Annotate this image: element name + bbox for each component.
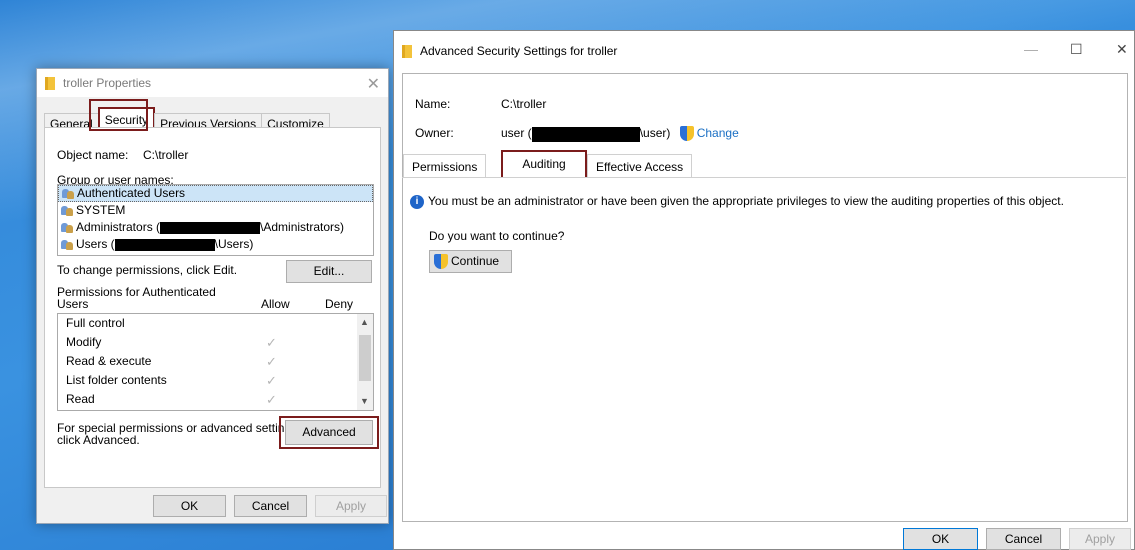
properties-dialog: troller Properties ✕ General Security Pr… bbox=[36, 68, 389, 524]
scrollbar-thumb[interactable] bbox=[359, 335, 371, 381]
owner-value: user ( \user) Change bbox=[501, 126, 739, 142]
permission-row: List folder contents ✓ bbox=[58, 371, 373, 390]
users-icon bbox=[61, 205, 73, 216]
close-icon[interactable]: ✕ bbox=[367, 74, 380, 94]
users-icon bbox=[61, 239, 73, 250]
permission-name: Full control bbox=[66, 316, 125, 330]
close-icon[interactable]: ✕ bbox=[1116, 41, 1128, 58]
user-name: Authenticated Users bbox=[77, 186, 186, 200]
list-item-system[interactable]: SYSTEM bbox=[58, 202, 373, 219]
info-message: i You must be an administrator or have be… bbox=[410, 194, 1064, 209]
user-name-suffix: \Users) bbox=[214, 237, 254, 251]
list-item-users[interactable]: Users ( \Users) bbox=[58, 236, 373, 253]
apply-button[interactable]: Apply bbox=[315, 495, 387, 517]
continue-question: Do you want to continue? bbox=[429, 229, 565, 243]
user-name: Administrators ( bbox=[76, 220, 161, 234]
cancel-button[interactable]: Cancel bbox=[234, 495, 307, 517]
redaction-bar bbox=[160, 221, 261, 234]
object-name-value: C:\troller bbox=[143, 148, 189, 162]
checkmark-icon: ✓ bbox=[266, 335, 277, 350]
user-name: Users ( bbox=[76, 237, 115, 251]
advanced-title: Advanced Security Settings for troller bbox=[420, 44, 618, 58]
ok-button[interactable]: OK bbox=[153, 495, 226, 517]
user-list[interactable]: Authenticated Users SYSTEM Administrator… bbox=[57, 184, 374, 256]
permission-name: Read & execute bbox=[66, 354, 152, 368]
scroll-down-icon[interactable]: ▼ bbox=[360, 396, 369, 406]
folder-icon bbox=[45, 76, 55, 90]
name-label: Name: bbox=[415, 97, 451, 111]
owner-prefix: user ( bbox=[501, 126, 532, 141]
name-value: C:\troller bbox=[501, 97, 547, 111]
permission-row: Read ✓ bbox=[58, 390, 373, 409]
permission-name: Modify bbox=[66, 335, 102, 349]
list-item-administrators[interactable]: Administrators ( \Administrators) bbox=[58, 219, 373, 236]
redaction-bar bbox=[531, 126, 640, 142]
edit-button[interactable]: Edit... bbox=[286, 260, 372, 283]
tab-effective-access[interactable]: Effective Access bbox=[587, 154, 693, 178]
permissions-scrollbar[interactable]: ▲ ▼ bbox=[357, 314, 373, 410]
change-permissions-text: To change permissions, click Edit. bbox=[57, 263, 238, 277]
uac-shield-icon bbox=[434, 253, 448, 270]
highlight-box-security bbox=[89, 99, 148, 131]
uac-shield-icon bbox=[679, 126, 694, 142]
permissions-header-line2: Users bbox=[57, 297, 89, 311]
apply-button[interactable]: Apply bbox=[1069, 528, 1131, 550]
checkmark-icon: ✓ bbox=[266, 373, 277, 388]
allow-column-header: Allow bbox=[261, 297, 290, 311]
highlight-box-advanced bbox=[279, 416, 379, 449]
permission-row: Modify ✓ bbox=[58, 333, 373, 352]
owner-label: Owner: bbox=[415, 126, 454, 140]
users-icon bbox=[61, 222, 73, 233]
properties-title: troller Properties bbox=[63, 76, 152, 90]
permission-name: Read bbox=[66, 392, 95, 406]
maximize-icon[interactable]: ☐ bbox=[1070, 41, 1083, 58]
owner-suffix: \user) bbox=[639, 126, 671, 141]
change-owner-link[interactable]: Change bbox=[697, 126, 739, 140]
tab-permissions[interactable]: Permissions bbox=[403, 154, 487, 178]
info-icon: i bbox=[410, 194, 424, 209]
permission-row: Read & execute ✓ bbox=[58, 352, 373, 371]
users-icon bbox=[62, 188, 74, 199]
checkmark-icon: ✓ bbox=[266, 392, 277, 407]
tab-divider bbox=[402, 177, 1126, 178]
advanced-titlebar: Advanced Security Settings for troller bbox=[394, 31, 1134, 71]
object-name-label: Object name: bbox=[57, 148, 129, 162]
user-name-suffix: \Administrators) bbox=[260, 220, 345, 234]
folder-icon bbox=[402, 44, 412, 58]
permissions-list: Full control Modify ✓ Read & execute ✓ Lis… bbox=[57, 313, 374, 411]
permission-row: Full control bbox=[58, 314, 373, 333]
minimize-icon[interactable]: — bbox=[1024, 41, 1038, 57]
deny-column-header: Deny bbox=[325, 297, 354, 311]
tab-auditing[interactable]: Auditing bbox=[501, 150, 587, 178]
info-message-text: You must be an administrator or have bee… bbox=[428, 194, 1064, 208]
advanced-security-dialog: Advanced Security Settings for troller —… bbox=[393, 30, 1135, 550]
continue-button[interactable]: Continue bbox=[429, 250, 512, 273]
properties-titlebar: troller Properties bbox=[37, 69, 388, 97]
scroll-up-icon[interactable]: ▲ bbox=[360, 317, 369, 327]
ok-button[interactable]: OK bbox=[903, 528, 978, 550]
permission-name: List folder contents bbox=[66, 373, 167, 387]
continue-label: Continue bbox=[451, 254, 500, 268]
list-item-authenticated-users[interactable]: Authenticated Users bbox=[58, 185, 373, 202]
checkmark-icon: ✓ bbox=[266, 354, 277, 369]
special-permissions-text-2: click Advanced. bbox=[57, 433, 140, 447]
cancel-button[interactable]: Cancel bbox=[986, 528, 1061, 550]
redaction-bar bbox=[114, 238, 215, 251]
user-name: SYSTEM bbox=[76, 203, 126, 217]
